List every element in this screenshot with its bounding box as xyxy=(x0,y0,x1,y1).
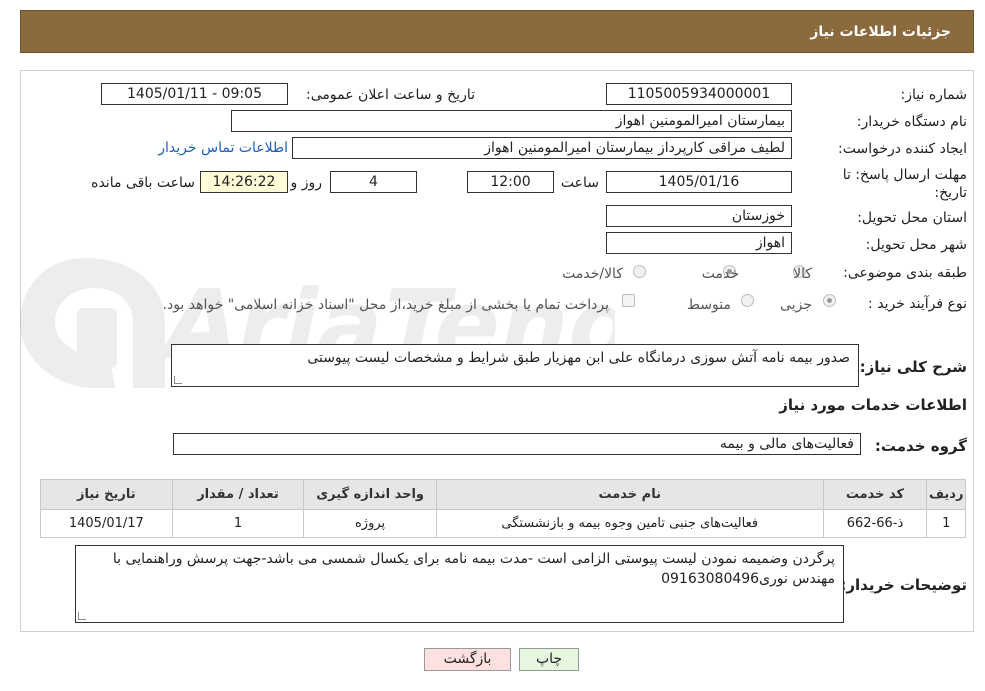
service-group-label: گروه خدمت: xyxy=(874,437,967,455)
cell-service-name: فعالیت‌های جنبی تامین وجوه بیمه و بازنشس… xyxy=(435,509,824,538)
buyer-notes-text: پرگردن وضمیمه نمودن لیست پیوستی الزامی ا… xyxy=(112,551,835,587)
services-section-title: اطلاعات خدمات مورد نیاز xyxy=(779,396,967,414)
resize-handle-icon[interactable] xyxy=(174,376,182,384)
col-header-service-name: نام خدمت xyxy=(435,479,824,510)
province-label: استان محل تحویل: xyxy=(857,210,967,226)
table-header-row: ردیف کد خدمت نام خدمت واحد اندازه گیری ت… xyxy=(40,479,966,510)
page-header: جزئیات اطلاعات نیاز xyxy=(20,10,974,53)
deadline-date-field: 1405/01/16 xyxy=(606,171,792,193)
announce-datetime-field: 1405/01/11 - 09:05 xyxy=(101,83,288,105)
print-button[interactable]: چاپ xyxy=(519,648,579,671)
page-title: جزئیات اطلاعات نیاز xyxy=(810,24,951,40)
category-goods-service-radio[interactable] xyxy=(633,265,646,278)
remaining-time-label: ساعت باقی مانده xyxy=(91,175,195,191)
description-text: صدور بیمه نامه آتش سوزی درمانگاه علی ابن… xyxy=(307,350,850,366)
process-medium-radio[interactable] xyxy=(741,294,754,307)
city-field: اهواز xyxy=(606,232,792,254)
back-button[interactable]: بازگشت xyxy=(424,648,511,671)
province-field: خوزستان xyxy=(606,205,792,227)
cell-need-date: 1405/01/17 xyxy=(40,509,173,538)
col-header-need-date: تاریخ نیاز xyxy=(40,479,173,510)
cell-quantity: 1 xyxy=(171,509,305,538)
service-group-field: فعالیت‌های مالی و بیمه xyxy=(173,433,861,455)
city-label: شهر محل تحویل: xyxy=(865,237,967,253)
requester-label: ایجاد کننده درخواست: xyxy=(838,141,967,157)
announce-datetime-label: تاریخ و ساعت اعلان عمومی: xyxy=(306,87,475,103)
requester-field: لطیف مراقی کارپرداز بیمارستان امیرالمومن… xyxy=(292,137,792,159)
remaining-days-field: 4 xyxy=(330,171,417,193)
col-header-row-number: ردیف xyxy=(926,479,966,510)
process-minor-label: جزیی xyxy=(780,297,812,313)
table-row: 1 ذ-66-662 فعالیت‌های جنبی تامین وجوه بی… xyxy=(40,509,966,538)
col-header-unit: واحد اندازه گیری xyxy=(303,479,437,510)
resize-handle-icon[interactable] xyxy=(78,612,86,620)
buyer-org-field: بیمارستان امیرالمومنین اهواز xyxy=(231,110,792,132)
cell-service-code: ذ-66-662 xyxy=(822,509,928,538)
buyer-contact-link[interactable]: اطلاعات تماس خریدار xyxy=(158,140,288,156)
days-label: روز و xyxy=(290,175,323,191)
deadline-label: مهلت ارسال پاسخ: تا تاریخ: xyxy=(842,167,967,201)
treasury-bonds-checkbox[interactable] xyxy=(622,294,635,307)
purchase-process-label: نوع فرآیند خرید : xyxy=(868,296,967,312)
buyer-org-label: نام دستگاه خریدار: xyxy=(856,114,967,130)
buyer-notes-label: توضیحات خریدار: xyxy=(840,576,967,594)
remaining-time-field: 14:26:22 xyxy=(200,171,288,193)
description-textarea: صدور بیمه نامه آتش سوزی درمانگاه علی ابن… xyxy=(171,344,859,387)
process-minor-radio[interactable] xyxy=(823,294,836,307)
treasury-bonds-note: پرداخت تمام یا بخشی از مبلغ خرید،از محل … xyxy=(162,297,609,313)
need-number-label: شماره نیاز: xyxy=(900,87,968,103)
need-number-field: 1105005934000001 xyxy=(606,83,792,105)
deadline-time-label: ساعت xyxy=(560,175,599,191)
col-header-service-code: کد خدمت xyxy=(822,479,928,510)
description-label: شرح کلی نیاز: xyxy=(859,358,967,376)
category-service-label: خدمت xyxy=(701,266,739,282)
col-header-quantity: تعداد / مقدار xyxy=(171,479,305,510)
buyer-notes-textarea: پرگردن وضمیمه نمودن لیست پیوستی الزامی ا… xyxy=(75,545,844,623)
category-goods-label: کالا xyxy=(793,266,812,282)
cell-row-number: 1 xyxy=(926,509,966,538)
deadline-time-field: 12:00 xyxy=(467,171,554,193)
category-goods-service-label: کالا/خدمت xyxy=(562,266,623,282)
services-table: ردیف کد خدمت نام خدمت واحد اندازه گیری ت… xyxy=(40,479,966,538)
category-label: طبقه بندی موضوعی: xyxy=(843,265,967,281)
cell-unit: پروژه xyxy=(303,509,437,538)
process-medium-label: متوسط xyxy=(687,297,731,313)
